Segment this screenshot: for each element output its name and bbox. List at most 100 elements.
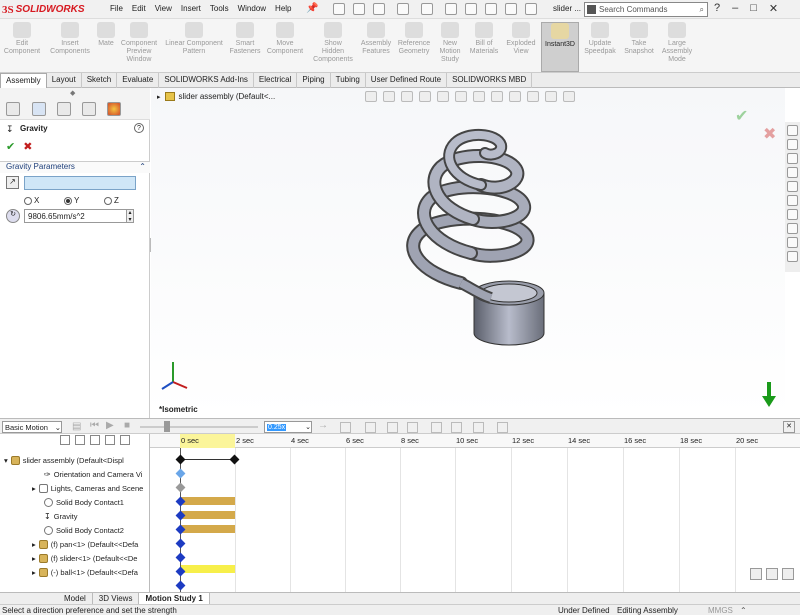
print-icon[interactable]	[421, 3, 433, 15]
gravity-bar[interactable]	[181, 511, 235, 519]
reference-geometry-button[interactable]: Reference Geometry	[396, 22, 432, 72]
radio-dot[interactable]	[104, 196, 112, 205]
instant3d-button[interactable]: Instant3D	[541, 22, 579, 72]
close-icon[interactable]: ✕	[769, 2, 778, 15]
tab-tubing[interactable]: Tubing	[331, 73, 366, 88]
mate-button[interactable]: Mate	[95, 22, 117, 72]
radio-dot[interactable]	[64, 196, 72, 205]
tab-user-defined-route[interactable]: User Defined Route	[366, 73, 448, 88]
tree-row-gravity[interactable]: ↧ Gravity	[0, 509, 148, 523]
graphics-area[interactable]: ▸ slider assembly (Default<... ✔ ✖ *Isom…	[151, 88, 785, 418]
help-icon[interactable]: ?	[714, 2, 720, 15]
tree-row-orientation[interactable]: ✑ Orientation and Camera Vi	[0, 467, 148, 481]
large-assembly-mode-button[interactable]: Large Assembly Mode	[660, 22, 694, 72]
time-ruler[interactable]: 0 sec 2 sec 4 sec 6 sec 8 sec 10 sec 12 …	[150, 434, 800, 448]
component-preview-button[interactable]: Component Preview Window	[118, 22, 160, 72]
home-icon[interactable]	[333, 3, 345, 15]
zoom-out-timeline-icon[interactable]	[766, 568, 778, 580]
stop-icon[interactable]: ■	[124, 420, 130, 431]
ball-bar[interactable]	[181, 565, 235, 573]
calculate-icon[interactable]: ▤	[72, 421, 81, 432]
collapse-handle-icon[interactable]: ◆	[70, 89, 75, 97]
assembly-features-button[interactable]: Assembly Features	[358, 22, 394, 72]
design-library-icon[interactable]	[787, 139, 798, 150]
flyout-tree[interactable]: ▸ slider assembly (Default<...	[157, 92, 275, 101]
keyframe[interactable]	[175, 538, 186, 549]
chevron-down-icon[interactable]: ⌄	[305, 423, 311, 431]
tree-row-lights[interactable]: ▸ Lights, Cameras and Scene	[0, 481, 148, 495]
forum-icon[interactable]	[787, 209, 798, 220]
filter-driving-icon[interactable]	[75, 435, 85, 445]
monitor-icon[interactable]	[563, 91, 575, 102]
gravity-icon[interactable]	[497, 422, 508, 433]
zoom-in-timeline-icon[interactable]	[750, 568, 762, 580]
view-palette-icon[interactable]	[787, 167, 798, 178]
keyframe[interactable]	[175, 468, 186, 479]
unit-system[interactable]: MMGS	[708, 606, 733, 615]
tree-row-assembly[interactable]: ▾ slider assembly (Default<Displ	[0, 453, 148, 467]
expand-arrow-icon[interactable]: ▸	[157, 93, 161, 101]
edit-component-button[interactable]: Edit Component	[2, 22, 42, 72]
tab-mbd[interactable]: SOLIDWORKS MBD	[447, 73, 533, 88]
insert-components-button[interactable]: Insert Components	[46, 22, 94, 72]
ok-checkmark-icon[interactable]: ✔	[6, 140, 15, 153]
collapse-chevron-icon[interactable]: ⌃	[139, 162, 146, 171]
keyframe[interactable]	[175, 454, 186, 465]
view-orientation-icon[interactable]	[455, 91, 467, 102]
custom-properties-icon[interactable]	[787, 195, 798, 206]
rebuild-icon[interactable]	[505, 3, 517, 15]
edit-appearance-icon[interactable]	[509, 91, 521, 102]
expand-arrow-icon[interactable]: ▸	[32, 484, 36, 493]
animation-wizard-icon[interactable]	[365, 422, 376, 433]
display-manager-icon[interactable]	[107, 102, 121, 116]
open-icon[interactable]	[373, 3, 385, 15]
redo-icon[interactable]	[465, 3, 477, 15]
menu-window[interactable]: Window	[238, 4, 266, 13]
previous-view-icon[interactable]	[401, 91, 413, 102]
update-speedpak-button[interactable]: Update Speedpak	[582, 22, 618, 72]
unit-chevron-icon[interactable]: ⌃	[740, 606, 747, 615]
appearances-icon[interactable]	[787, 181, 798, 192]
display-style-icon[interactable]	[473, 91, 485, 102]
playback-speed-select[interactable]: 0.25x ⌄	[264, 421, 312, 433]
motor-icon[interactable]	[431, 422, 442, 433]
show-hidden-button[interactable]: Show Hidden Components	[311, 22, 355, 72]
contact2-bar[interactable]	[181, 525, 235, 533]
filter-animated-icon[interactable]	[60, 435, 70, 445]
undo-icon[interactable]	[445, 3, 457, 15]
filter-selected-icon[interactable]	[90, 435, 100, 445]
spring-icon[interactable]	[451, 422, 462, 433]
confirm-cancel-icon[interactable]: ✖	[763, 124, 776, 144]
tree-row-slider[interactable]: ▸ (f) slider<1> (Default<<De	[0, 551, 148, 565]
new-document-icon[interactable]	[353, 3, 365, 15]
cancel-x-icon[interactable]: ✖	[23, 140, 32, 153]
tab-electrical[interactable]: Electrical	[254, 73, 298, 88]
tab-motion-study-1[interactable]: Motion Study 1	[139, 593, 210, 604]
feature-manager-icon[interactable]	[6, 102, 20, 116]
contact-icon[interactable]	[473, 422, 484, 433]
3dexperience-icon[interactable]	[787, 223, 798, 234]
solidworks-resources-icon[interactable]	[787, 125, 798, 136]
tree-row-contact1[interactable]: Solid Body Contact1	[0, 495, 148, 509]
autokey-icon[interactable]	[387, 422, 398, 433]
move-component-button[interactable]: Move Component	[264, 22, 306, 72]
tree-row-pan[interactable]: ▸ (f) pan<1> (Default<<Defa	[0, 537, 148, 551]
section-view-icon[interactable]	[419, 91, 431, 102]
search-icon[interactable]: ⌕	[700, 5, 704, 15]
tab-piping[interactable]: Piping	[297, 73, 331, 88]
menu-help[interactable]: Help	[275, 4, 291, 13]
play-icon[interactable]: ▶	[106, 420, 114, 431]
bill-of-materials-button[interactable]: Bill of Materials	[468, 22, 500, 72]
linear-pattern-button[interactable]: Linear Component Pattern	[162, 22, 226, 72]
select-icon[interactable]	[485, 3, 497, 15]
tab-addins[interactable]: SOLIDWORKS Add-Ins	[159, 73, 254, 88]
strength-spinner[interactable]: ▴ ▾	[126, 209, 134, 223]
direction-reference-field[interactable]	[24, 176, 136, 190]
solidworks-logo[interactable]: 3S SOLIDWORKS	[2, 2, 85, 17]
close-motion-manager-icon[interactable]: ✕	[783, 421, 795, 433]
playback-mode-icon[interactable]: →	[318, 420, 328, 431]
direction-y-radio[interactable]: Y	[64, 196, 79, 205]
expand-arrow-icon[interactable]: ▸	[32, 568, 36, 577]
chevron-down-icon[interactable]: ⌄	[55, 423, 61, 432]
save-icon[interactable]	[397, 3, 409, 15]
